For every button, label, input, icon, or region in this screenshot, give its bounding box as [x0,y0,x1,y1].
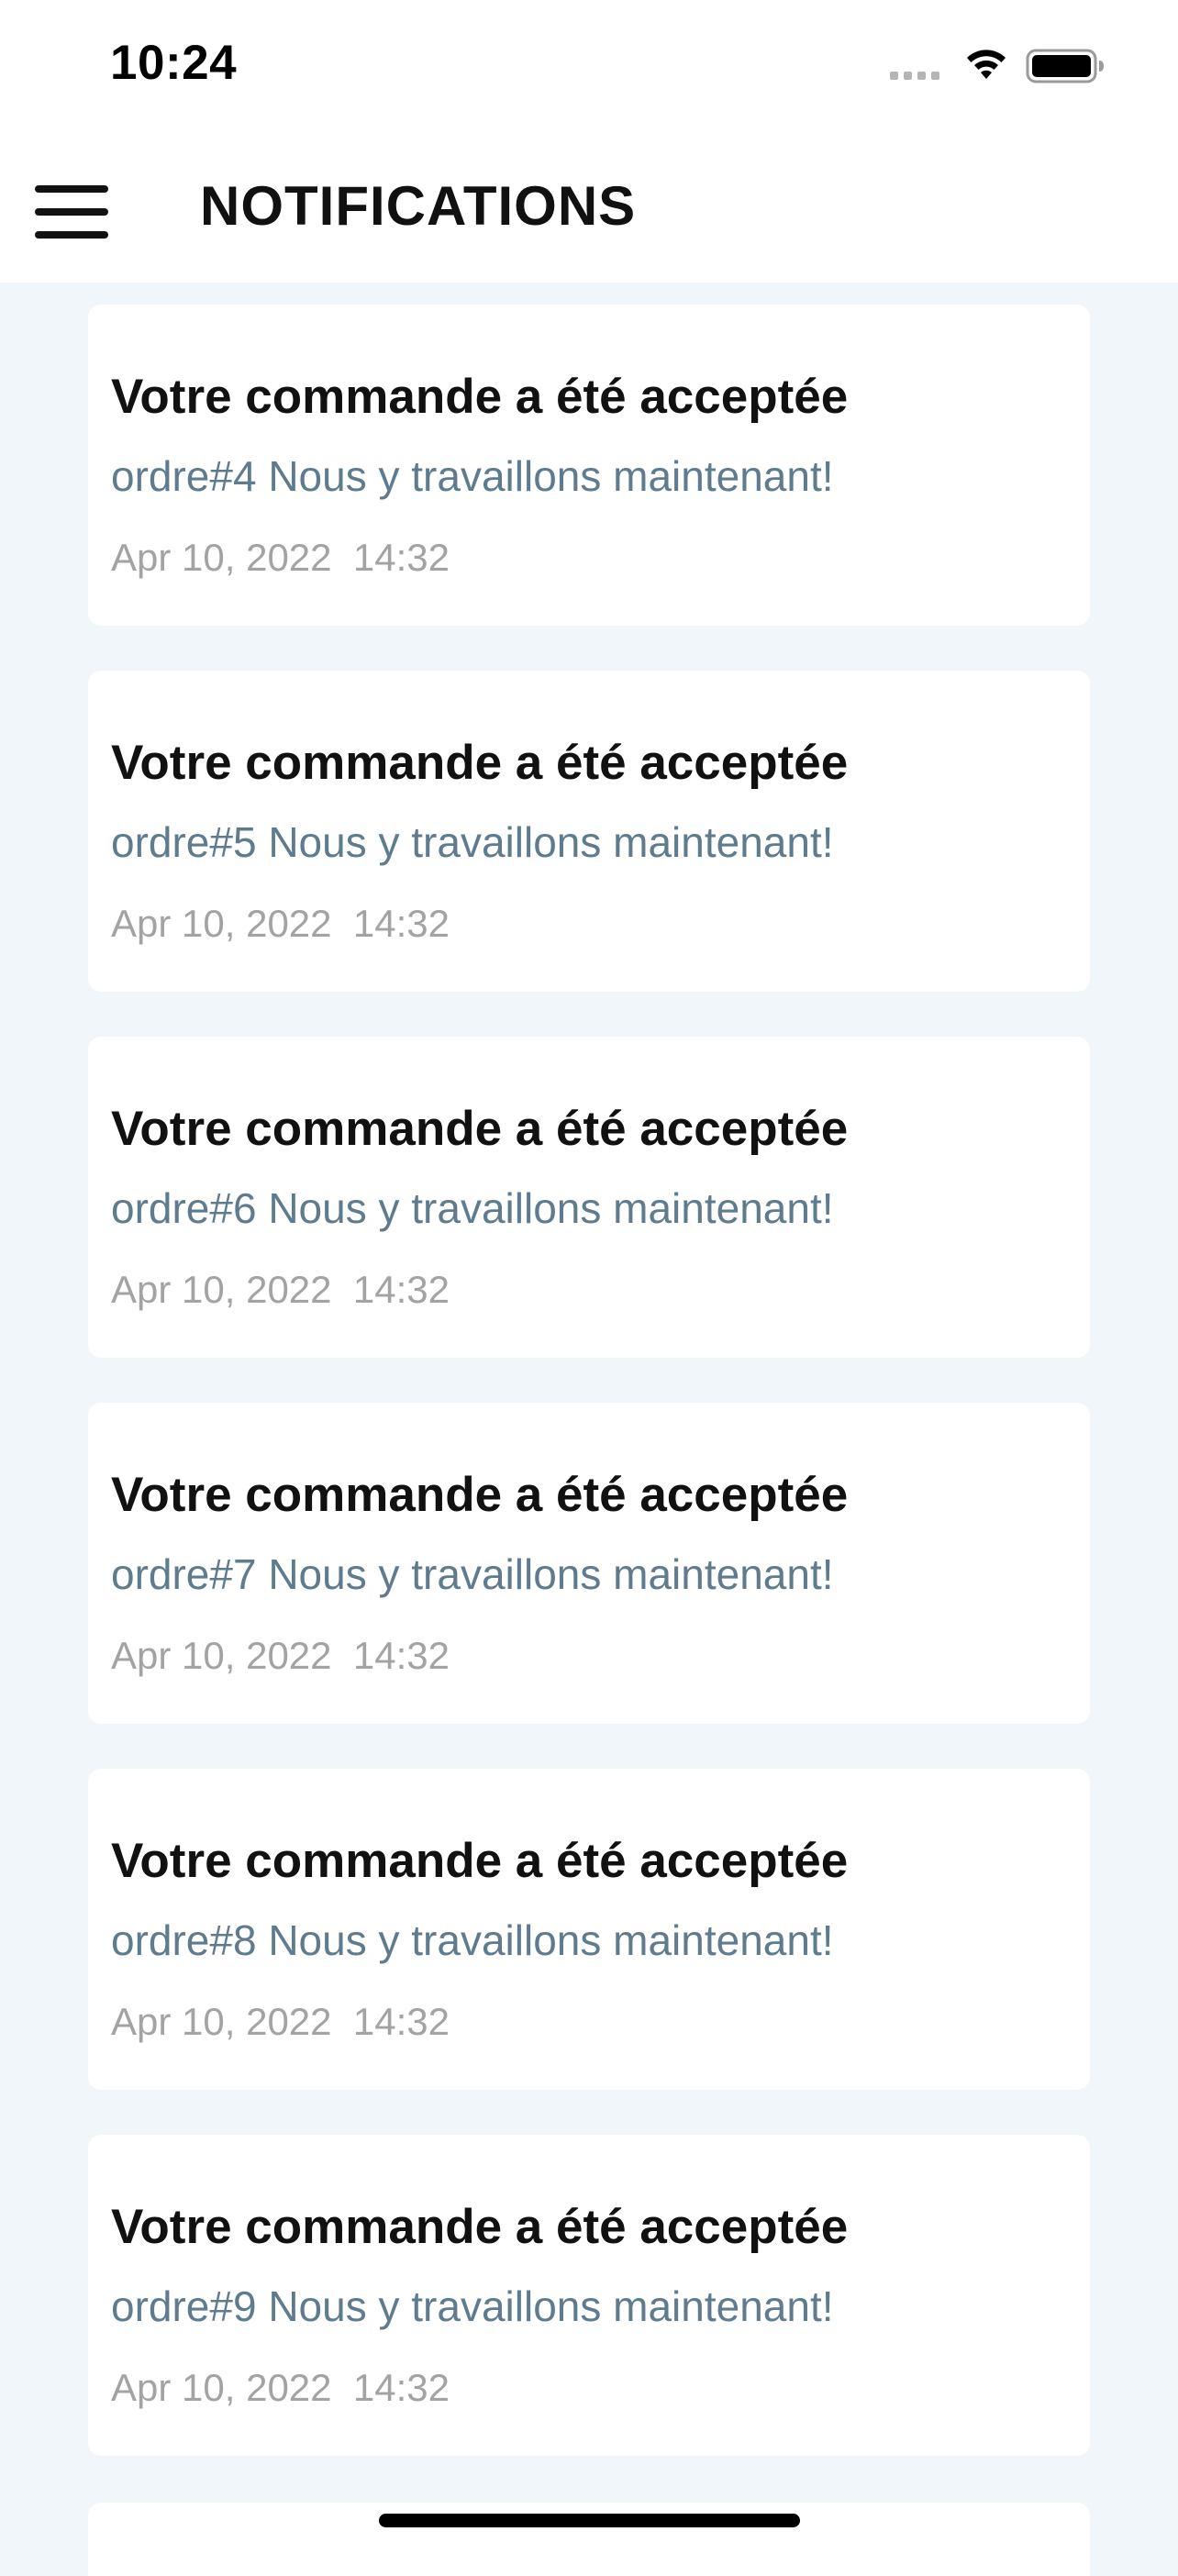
notification-message: ordre#5 Nous y travaillons maintenant! [111,818,834,866]
notification-title: Votre commande a été acceptée [111,2200,849,2254]
notification-card[interactable]: Votre commande a été acceptée ordre#5 No… [88,671,1090,992]
status-bar: 10:24 [0,0,1178,138]
notification-title: Votre commande a été acceptée [111,370,849,424]
notification-date: Apr 10, 2022 14:32 [111,902,450,945]
notification-date: Apr 10, 2022 14:32 [111,1268,450,1311]
app-header: NOTIFICATIONS [0,138,1178,283]
notification-message: ordre#7 Nous y travaillons maintenant! [111,1550,834,1598]
notification-date: Apr 10, 2022 14:32 [111,2000,450,2043]
notification-message: ordre#8 Nous y travaillons maintenant! [111,1916,834,1964]
notification-card[interactable]: Votre commande a été acceptée ordre#4 No… [88,305,1090,626]
notification-message: ordre#9 Nous y travaillons maintenant! [111,2282,834,2330]
notification-title: Votre commande a été acceptée [111,736,849,790]
notification-card[interactable]: Votre commande a été acceptée ordre#9 No… [88,2135,1090,2456]
wifi-icon [967,50,1006,79]
notification-title: Votre commande a été acceptée [111,1834,849,1888]
notification-card[interactable]: Votre commande a été acceptée ordre#6 No… [88,1037,1090,1358]
notification-date: Apr 10, 2022 14:32 [111,1634,450,1677]
hamburger-menu-icon[interactable] [35,185,108,239]
page-title: NOTIFICATIONS [200,175,637,237]
status-time: 10:24 [110,36,238,90]
notification-title: Votre commande a été acceptée [111,1102,849,1156]
notification-date: Apr 10, 2022 14:32 [111,536,450,579]
notification-date: Apr 10, 2022 14:32 [111,2366,450,2409]
notification-list[interactable]: Votre commande a été acceptée ordre#4 No… [88,305,1090,2501]
notification-title: Votre commande a été acceptée [111,1468,849,1522]
battery-icon [1026,49,1104,83]
notification-card[interactable]: Votre commande a été acceptée ordre#7 No… [88,1403,1090,1724]
notification-message: ordre#4 Nous y travaillons maintenant! [111,452,834,500]
home-indicator[interactable] [379,2514,800,2527]
notification-card[interactable]: Votre commande a été acceptée ordre#8 No… [88,1769,1090,2090]
notification-message: ordre#6 Nous y travaillons maintenant! [111,1184,834,1232]
cellular-signal-icon [890,72,939,80]
